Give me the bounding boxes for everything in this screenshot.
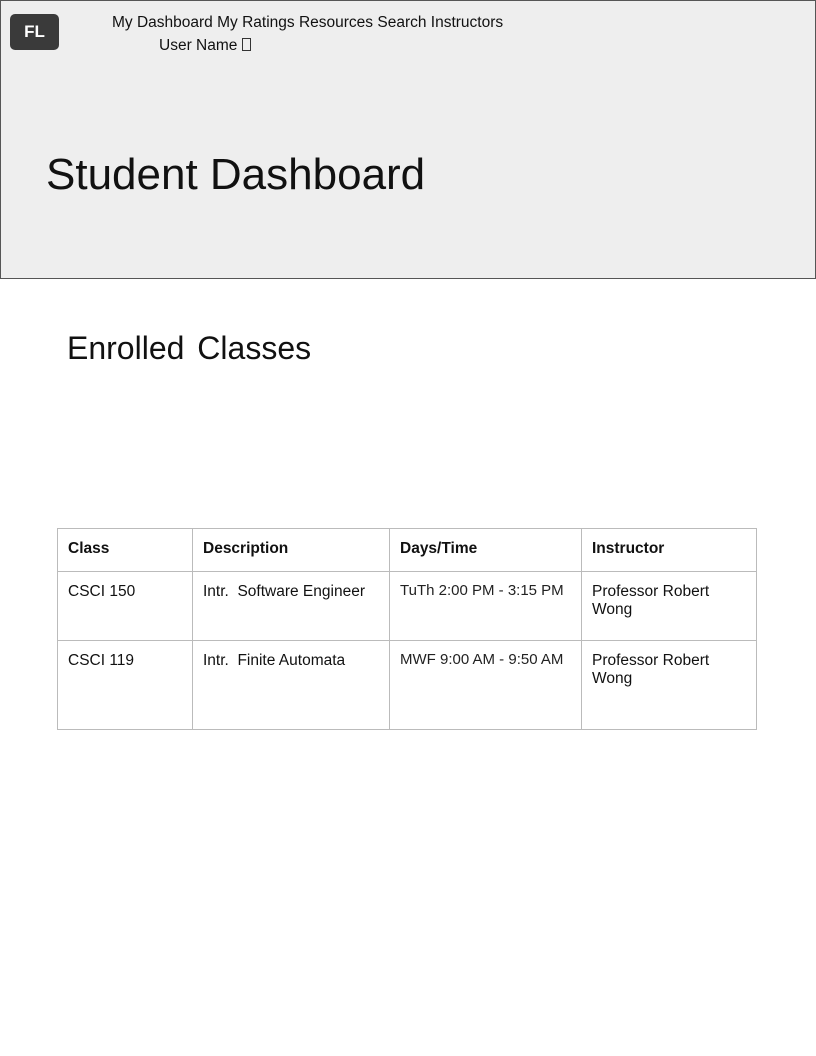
cell-instructor: Professor Robert Wong bbox=[581, 571, 757, 641]
nav-my-dashboard[interactable]: My Dashboard bbox=[112, 14, 213, 31]
nav-search-instructors[interactable]: Search Instructors bbox=[377, 14, 503, 31]
cell-description: Intr. Software Engineer bbox=[192, 571, 390, 641]
column-header-class: Class bbox=[57, 528, 193, 572]
nav-resources[interactable]: Resources bbox=[299, 14, 373, 31]
nav-my-ratings[interactable]: My Ratings bbox=[217, 14, 295, 31]
logo[interactable]: FL bbox=[10, 14, 59, 50]
cell-class: CSCI 150 bbox=[57, 571, 193, 641]
table-header-row: Class Description Days/Time Instructor bbox=[57, 528, 757, 572]
cell-description: Intr. Finite Automata bbox=[192, 640, 390, 730]
hero-banner: Student Dashboard bbox=[0, 62, 816, 279]
cell-class: CSCI 119 bbox=[57, 640, 193, 730]
main-nav: My Dashboard My Ratings Resources Search… bbox=[112, 14, 503, 32]
user-menu[interactable]: User Name bbox=[159, 37, 252, 55]
column-header-days-time: Days/Time bbox=[389, 528, 582, 572]
table-row: CSCI 119 Intr. Finite Automata MWF 9:00 … bbox=[57, 640, 757, 730]
cell-days-time: TuTh 2:00 PM - 3:15 PM bbox=[389, 571, 582, 641]
enrolled-classes-table: Class Description Days/Time Instructor C… bbox=[57, 528, 757, 730]
column-header-description: Description bbox=[192, 528, 390, 572]
cell-instructor: Professor Robert Wong bbox=[581, 640, 757, 730]
column-header-instructor: Instructor bbox=[581, 528, 757, 572]
top-navigation-bar: FL My Dashboard My Ratings Resources Sea… bbox=[0, 0, 816, 63]
section-title: Enrolled Classes bbox=[67, 330, 312, 366]
dropdown-icon bbox=[242, 38, 252, 51]
page-title: Student Dashboard bbox=[46, 150, 426, 199]
cell-days-time: MWF 9:00 AM - 9:50 AM bbox=[389, 640, 582, 730]
user-name: User Name bbox=[159, 37, 238, 54]
table-row: CSCI 150 Intr. Software Engineer TuTh 2:… bbox=[57, 571, 757, 641]
